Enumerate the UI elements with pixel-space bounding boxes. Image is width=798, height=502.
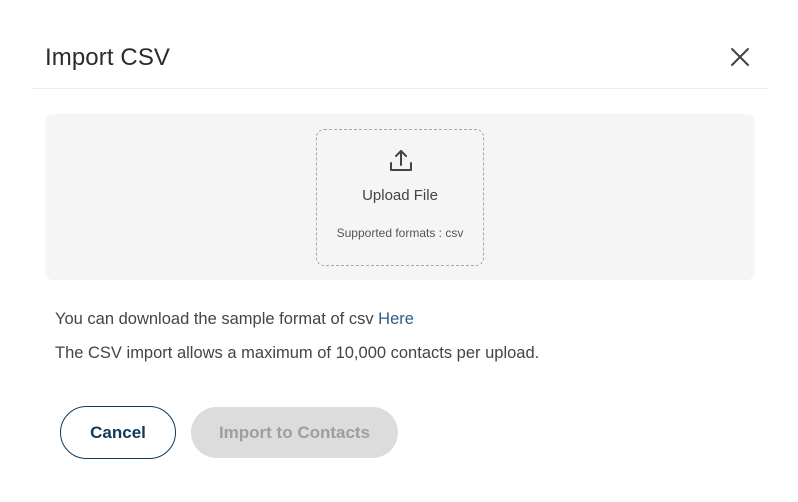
cancel-button[interactable]: Cancel <box>60 406 176 459</box>
upload-file-label: Upload File <box>362 187 438 204</box>
upload-area: Upload File Supported formats : csv <box>45 114 755 280</box>
sample-format-prefix: You can download the sample format of cs… <box>55 310 379 328</box>
import-csv-dialog: Import CSV Upload File Supported formats… <box>0 0 798 502</box>
supported-formats-text: Supported formats : csv <box>336 226 464 240</box>
import-to-contacts-button[interactable]: Import to Contacts <box>191 407 398 458</box>
import-limit-text: The CSV import allows a maximum of 10,00… <box>55 344 540 362</box>
dialog-header: Import CSV <box>32 0 768 89</box>
file-dropzone[interactable]: Upload File Supported formats : csv <box>316 129 484 266</box>
upload-icon <box>390 150 412 171</box>
sample-download-link[interactable]: Here <box>378 310 414 328</box>
close-button[interactable] <box>725 42 755 72</box>
close-icon <box>731 48 749 66</box>
dialog-title: Import CSV <box>45 44 171 71</box>
sample-format-text: You can download the sample format of cs… <box>55 310 414 329</box>
